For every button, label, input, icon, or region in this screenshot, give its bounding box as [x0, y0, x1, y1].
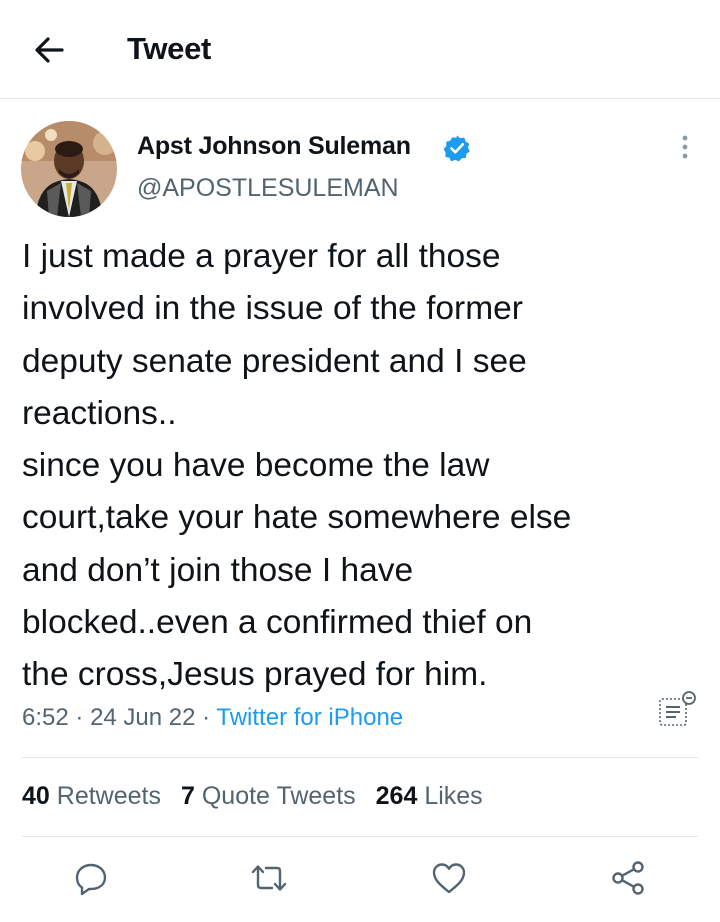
like-button[interactable]	[429, 858, 469, 898]
share-icon	[612, 861, 644, 895]
tweet-text-line: since you have become the law	[22, 447, 490, 485]
avatar[interactable]	[21, 121, 117, 217]
reply-button[interactable]	[71, 858, 111, 898]
quote-tweets-label: Quote Tweets	[201, 782, 356, 810]
divider	[22, 836, 698, 837]
likes-stat[interactable]: 264 Likes	[376, 782, 483, 811]
more-options-button[interactable]	[668, 130, 702, 164]
page-title: Tweet	[127, 31, 212, 66]
reply-icon	[75, 863, 107, 896]
retweet-button[interactable]	[249, 858, 289, 898]
tweet-text-line: and don’t join those I have	[22, 551, 414, 589]
tweet-text-line: blocked..even a confirmed thief on	[22, 604, 533, 642]
verified-badge-icon	[443, 134, 471, 162]
retweets-stat[interactable]: 40 Retweets	[22, 782, 161, 811]
back-button[interactable]	[30, 30, 70, 70]
tweet-text-line: I just made a prayer for all those	[22, 238, 501, 275]
divider	[22, 757, 698, 758]
tweet-text-line: deputy senate president and I see	[22, 342, 527, 380]
meta-separator: ·	[75, 704, 84, 731]
tweet-text-line: involved in the issue of the former	[22, 290, 523, 328]
vertical-dots-icon	[682, 135, 688, 159]
tweet-text-line: the cross,Jesus prayed for him.	[22, 656, 488, 694]
analytics-icon	[659, 691, 696, 726]
engagement-stats: 40 Retweets 7 Quote Tweets 264 Likes	[22, 782, 483, 811]
arrow-left-icon	[35, 37, 64, 63]
like-icon	[432, 863, 466, 894]
author-handle[interactable]: @APOSTLESULEMAN	[137, 174, 399, 203]
likes-label: Likes	[424, 782, 483, 810]
tweet-text-line: court,take your hate somewhere else	[22, 499, 572, 537]
tweet-source-link[interactable]: Twitter for iPhone	[216, 704, 403, 731]
quote-tweets-stat[interactable]: 7 Quote Tweets	[181, 782, 356, 811]
tweet-date: 24 Jun 22	[90, 704, 196, 731]
tweet-text: I just made a prayer for all those invol…	[22, 231, 712, 702]
top-bar: Tweet	[0, 0, 720, 99]
quote-tweets-count: 7	[180, 782, 195, 810]
tweet-meta: 6:52 · 24 Jun 22 · Twitter for iPhone	[22, 704, 403, 732]
likes-count: 264	[375, 782, 418, 810]
author-name[interactable]: Apst Johnson Suleman	[137, 132, 411, 161]
retweet-icon	[251, 865, 287, 891]
share-button[interactable]	[608, 858, 648, 898]
tweet-time: 6:52	[22, 704, 69, 731]
tweet-text-line: reactions..	[22, 394, 177, 432]
retweets-label: Retweets	[56, 782, 161, 810]
analytics-button[interactable]	[656, 690, 700, 730]
retweets-count: 40	[22, 782, 50, 810]
meta-separator: ·	[202, 704, 211, 731]
